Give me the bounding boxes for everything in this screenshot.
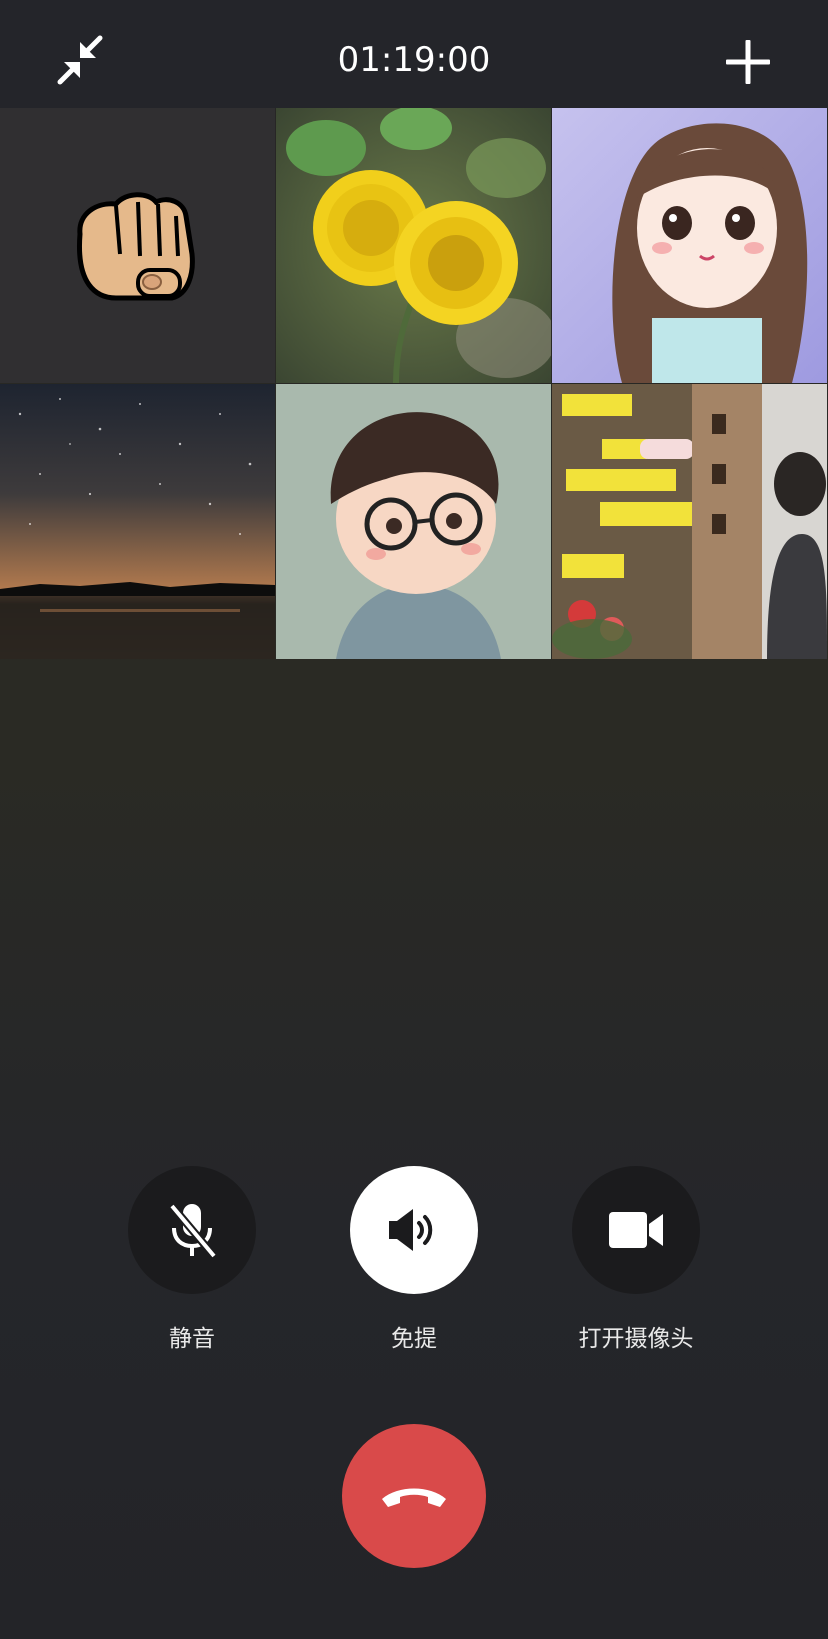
plus-icon: [726, 40, 770, 84]
mute-label: 静音: [169, 1326, 215, 1352]
minimize-button[interactable]: [52, 34, 108, 86]
street-photo: [552, 384, 827, 659]
night-sky-photo: [0, 384, 275, 659]
fist-emoji-icon: [0, 108, 275, 383]
mute-button[interactable]: [128, 1166, 256, 1294]
camera-label: 打开摄像头: [578, 1326, 694, 1352]
mic-off-icon: [168, 1203, 218, 1259]
camera-button[interactable]: [572, 1166, 700, 1294]
dandelion-photo: [276, 108, 551, 383]
speaker-label: 免提: [391, 1326, 437, 1352]
video-camera-icon: [609, 1212, 663, 1248]
anime-girl-avatar: [552, 108, 827, 383]
participant-night-sky[interactable]: [0, 384, 275, 659]
participant-fist[interactable]: [0, 108, 275, 383]
hang-up-button[interactable]: [342, 1424, 486, 1568]
hang-up-phone-icon: [382, 1488, 446, 1507]
mute-control: 静音: [102, 1166, 282, 1354]
participant-street-woman[interactable]: [552, 384, 827, 659]
add-participant-button[interactable]: [722, 36, 774, 88]
speaker-button[interactable]: [350, 1166, 478, 1294]
participant-cartoon-boy[interactable]: [276, 384, 551, 659]
minimize-arrows-icon: [57, 35, 103, 85]
speaker-icon: [389, 1209, 433, 1251]
call-header: 01:19:00: [0, 0, 828, 108]
speaker-control: 免提: [324, 1166, 504, 1354]
cartoon-boy-avatar: [276, 384, 551, 659]
call-controls: 静音 免提 打开摄像头: [0, 1166, 828, 1366]
participant-grid: [0, 108, 828, 660]
camera-control: 打开摄像头: [546, 1166, 726, 1354]
call-timer: 01:19:00: [337, 40, 491, 80]
participant-dandelion[interactable]: [276, 108, 551, 383]
participant-anime-girl[interactable]: [552, 108, 827, 383]
